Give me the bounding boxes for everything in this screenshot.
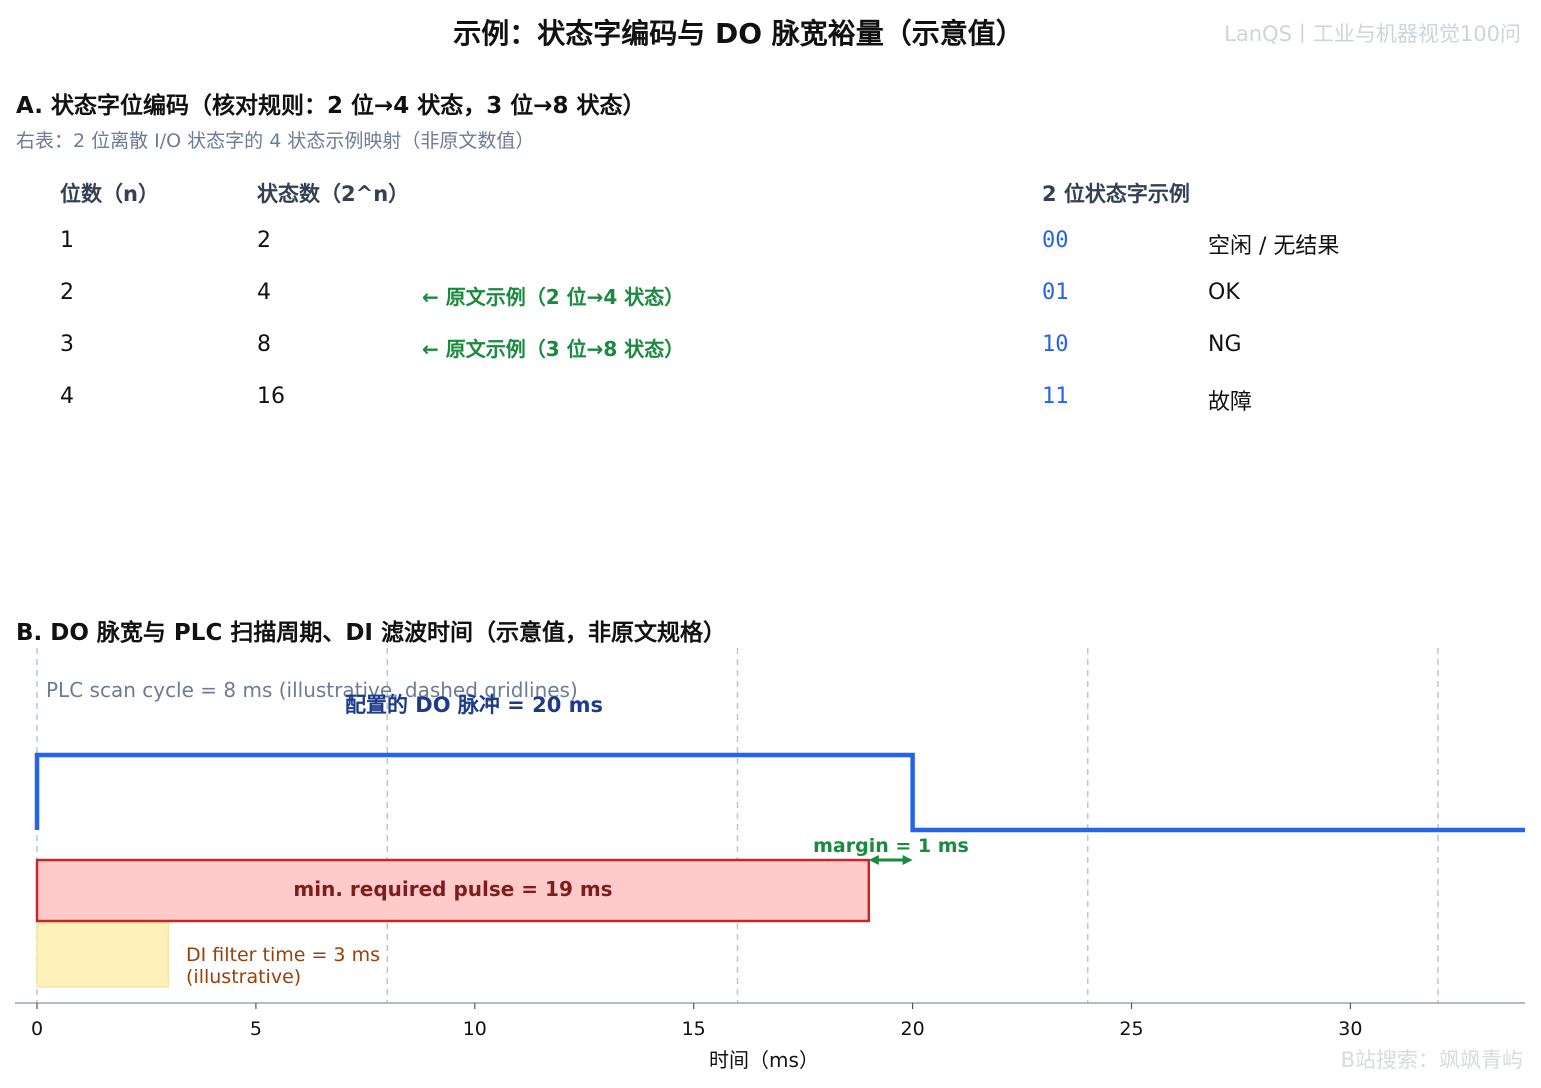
di-filter-bar: [36, 922, 169, 988]
watermark-bottom: B站搜索：飒飒青屿: [1340, 1048, 1523, 1072]
do-pulse-waveform: [34, 752, 1525, 833]
margin-label: margin = 1 ms: [813, 835, 969, 857]
x-tick-label: 5: [250, 1018, 262, 1040]
x-axis-ticks: 0 5 10 15 20 25 30: [31, 1003, 1362, 1040]
timing-diagram: 0 5 10 15 20 25 30 PLC scan cycle = 8 ms (illu…: [15, 648, 1525, 1072]
x-tick-label: 25: [1119, 1018, 1143, 1040]
x-tick-label: 20: [901, 1018, 925, 1040]
x-tick-label: 0: [31, 1018, 43, 1040]
di-filter-label: DI filter time = 3 ms: [186, 944, 380, 966]
do-pulse-label: 配置的 DO 脉冲 = 20 ms: [345, 693, 603, 717]
min-required-pulse-label: min. required pulse = 19 ms: [293, 877, 612, 901]
x-tick-label: 10: [463, 1018, 487, 1040]
di-filter-label-note: (illustrative): [186, 966, 301, 988]
x-axis-label: 时间（ms）: [709, 1048, 819, 1072]
x-tick-label: 30: [1338, 1018, 1362, 1040]
x-tick-label: 15: [682, 1018, 706, 1040]
